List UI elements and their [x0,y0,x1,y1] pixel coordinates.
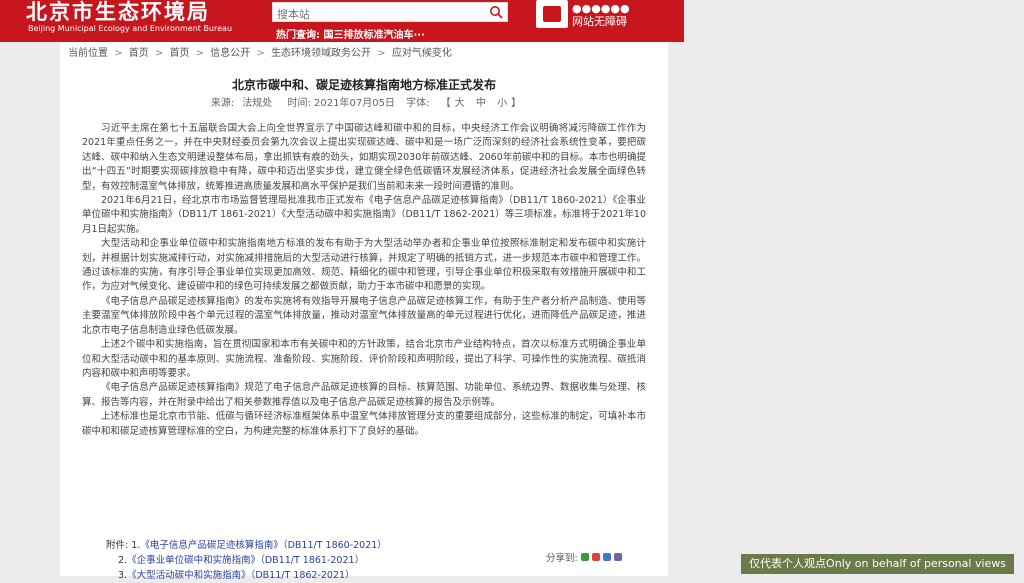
qzone-share-icon[interactable] [602,553,611,561]
search-button[interactable] [487,4,505,20]
paragraph: 大型活动和企事业单位碳中和实施指南地方标准的发布有助于为大型活动举办者和企事业单… [82,238,646,293]
hot-queries-label: 热门查询: [276,30,320,41]
font-medium-button[interactable]: 中 [476,98,486,109]
weibo-share-icon[interactable] [591,553,600,561]
attachment-code-2[interactable]: （DB11/T 1861-2021） [260,555,364,566]
attachments-label: 附件: [106,540,129,551]
barrier-free-link[interactable]: ●●●●●● 网站无障碍 [572,2,630,28]
breadcrumb-home-2[interactable]: 首页 [170,48,190,59]
attachment-link-2[interactable]: 《企事业单位碳中和实施指南》 [127,555,260,566]
wechat-share-icon[interactable] [580,553,589,561]
paragraph: 2021年6月21日，经北京市市场监督管理局批准我市正式发布《电子信息产品碳足迹… [82,195,646,235]
article-source: 法规处 [242,98,273,109]
article-date: 时间: 2021年07月05日 [287,98,395,109]
site-header: 北京市生态环境局 Beijing Municipal Ecology and E… [0,0,684,42]
share-bar: 分享到: [546,550,622,564]
more-share-icon[interactable] [613,553,622,561]
mobile-site-icon[interactable] [536,0,568,28]
font-size-label: 字体: [406,98,430,109]
search-icon [490,6,503,19]
breadcrumb-eco-affairs[interactable]: 生态环境领域政务公开 [271,48,371,59]
attachments: 附件: 1.《电子信息产品碳足迹核算指南》（DB11/T 1860-2021） … [106,538,387,583]
paragraph: 习近平主席在第七十五届联合国大会上向全世界宣示了中国碳达峰和碳中和的目标，中央经… [82,123,646,192]
attachment-row: 2.《企事业单位碳中和实施指南》（DB11/T 1861-2021） [118,555,365,566]
source-label: 来源: [210,98,235,109]
breadcrumb-home[interactable]: 首页 [129,48,149,59]
share-label: 分享到: [546,553,578,564]
article-page: 当前位置 > 首页 > 首页 > 信息公开 > 生态环境领域政务公开 > 应对气… [60,42,668,581]
breadcrumb-info-disclosure[interactable]: 信息公开 [210,48,250,59]
site-title[interactable]: 北京市生态环境局 [26,0,210,26]
breadcrumb-label: 当前位置 [68,48,108,59]
attachment-code-1[interactable]: （DB11/T 1860-2021） [283,540,387,551]
search-input[interactable] [273,5,481,24]
attachment-row: 附件: 1.《电子信息产品碳足迹核算指南》（DB11/T 1860-2021） [106,540,387,551]
paragraph: 上述标准也是北京市节能、低碳与循环经济标准框架体系中温室气体排放管理分支的重要组… [82,411,646,437]
font-size-switch: 【大 中 小】 [440,98,522,109]
font-large-button[interactable]: 大 [455,98,465,109]
hot-queries: 热门查询: 国三排放标准汽油车··· [276,26,425,41]
paragraph: 《电子信息产品碳足迹核算指南》的发布实施将有效指导开展电子信息产品碳足迹核算工作… [82,295,646,336]
accessibility-icon: ●●●●●● [572,2,630,15]
search-box [272,2,508,24]
font-small-button[interactable]: 小 [497,98,507,109]
building-icon [543,6,561,22]
paragraph: 上述2个碳中和实施指南，旨在贯彻国家和本市有关碳中和的方针政策，结合北京市产业结… [82,339,646,379]
attachment-link-1[interactable]: 《电子信息产品碳足迹核算指南》 [140,540,283,551]
article-title: 北京市碳中和、碳足迹核算指南地方标准正式发布 [231,78,496,92]
breadcrumb-climate[interactable]: 应对气候变化 [392,48,452,59]
hot-query-link[interactable]: 国三排放标准汽油车··· [323,30,424,41]
article-body: 习近平主席在第七十五届联合国大会上向全世界宣示了中国碳达峰和碳中和的目标，中央经… [82,122,646,439]
disclaimer-badge: 仅代表个人观点Only on behalf of personal views [741,554,1014,574]
site-subtitle: Beijing Municipal Ecology and Environmen… [28,24,233,33]
paragraph: 《电子信息产品碳足迹核算指南》规范了电子信息产品碳足迹核算的目标、核算范围、功能… [82,382,646,408]
article-meta: 来源: 法规处 时间: 2021年07月05日 字体: 【大 中 小】 [60,94,668,109]
breadcrumb: 当前位置 > 首页 > 首页 > 信息公开 > 生态环境领域政务公开 > 应对气… [68,48,452,59]
